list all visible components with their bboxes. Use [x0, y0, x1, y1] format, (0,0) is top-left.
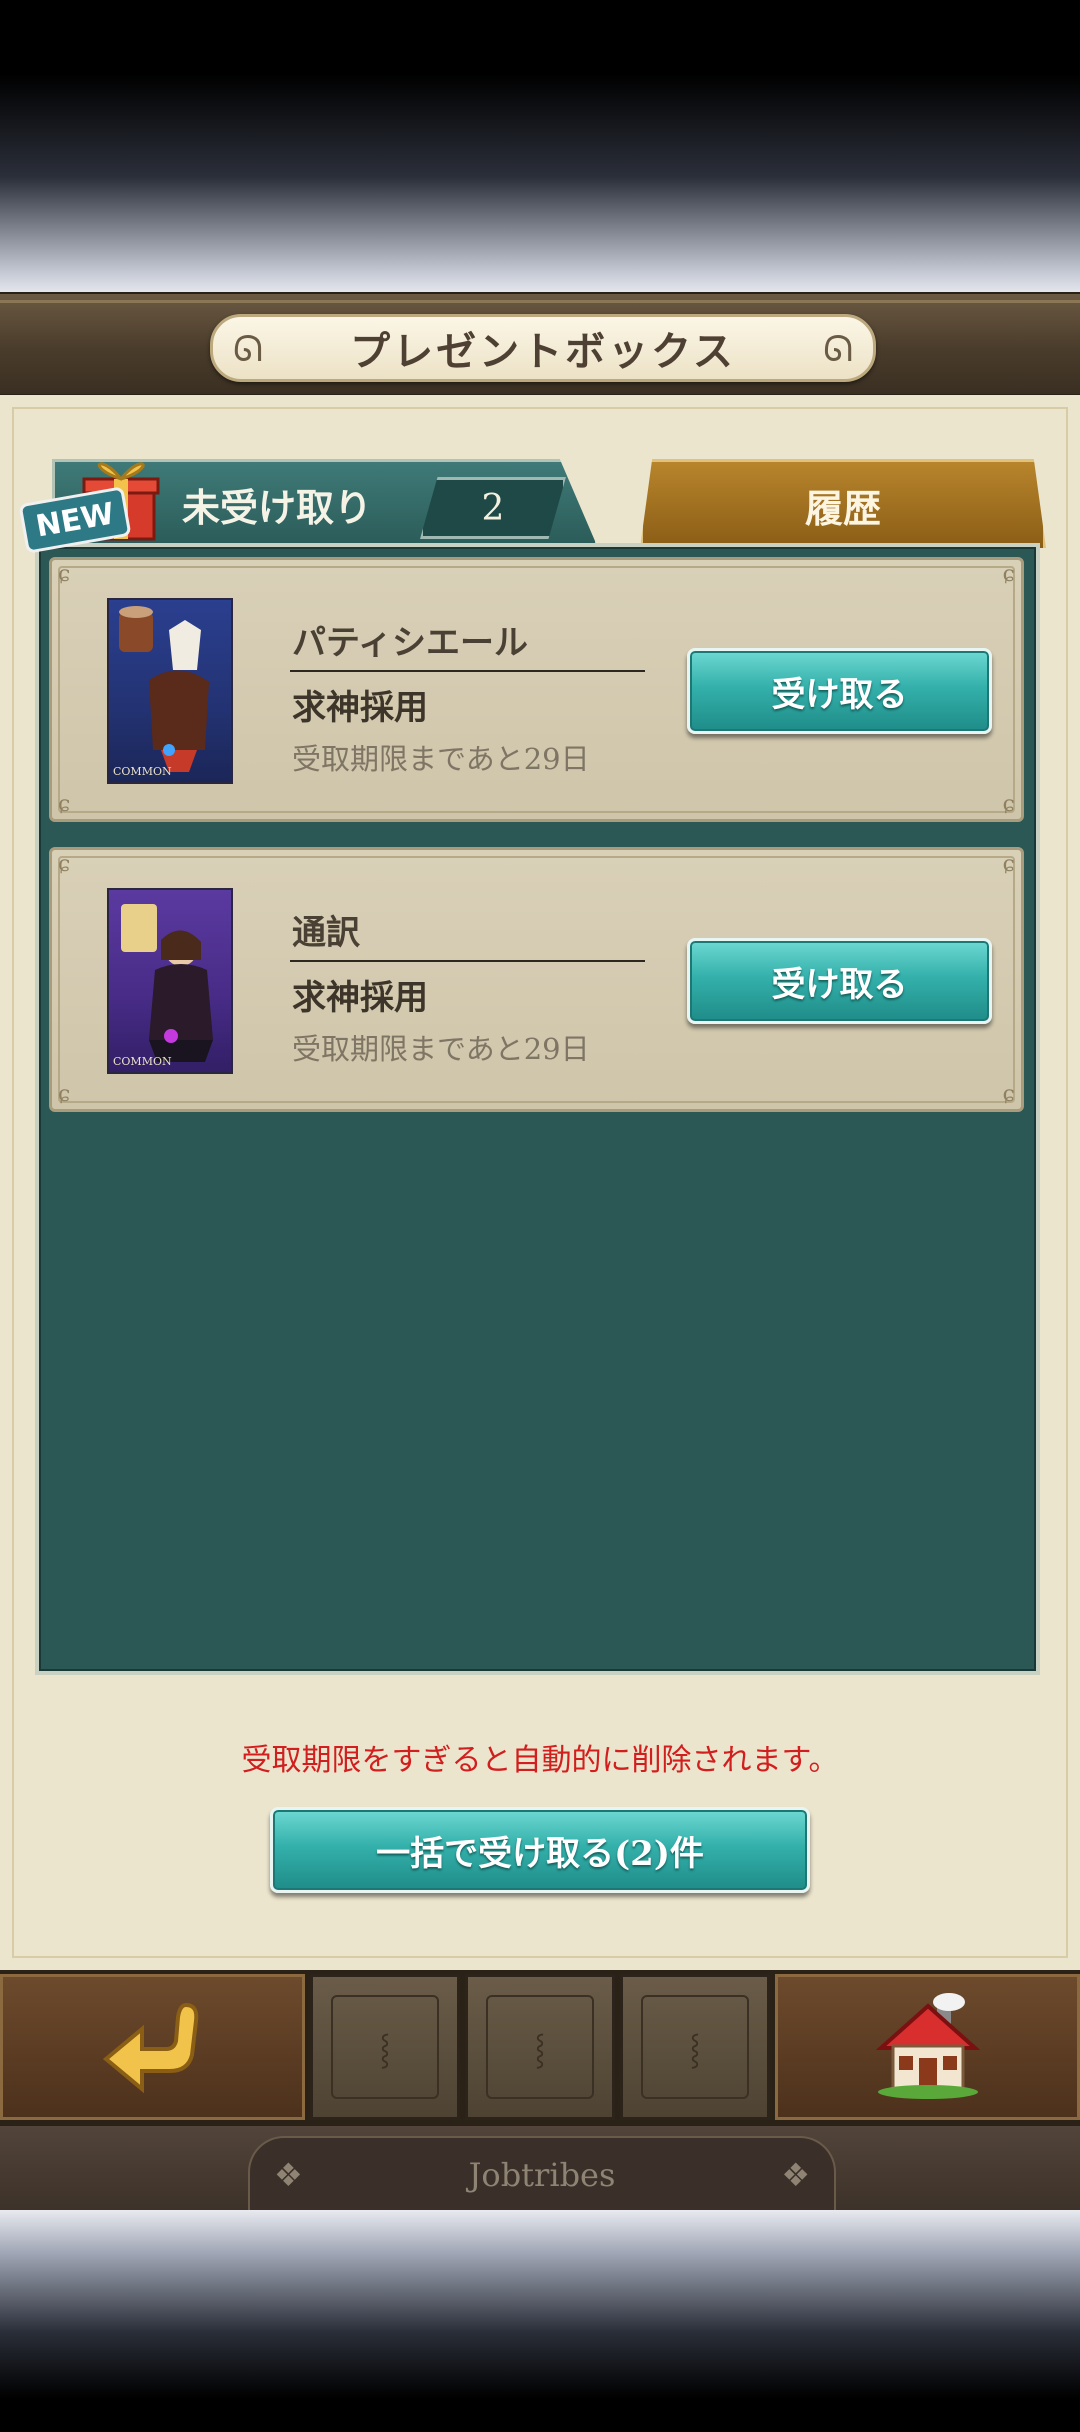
tab-history-label: 履歴 [804, 485, 881, 531]
back-arrow-icon [102, 2002, 198, 2094]
bottom-nav [0, 1970, 1080, 2126]
list-item: ɕ ɕ ɕ ɕ COMMON 通訳 求神採用 受取期限まであと29日 受け取る [49, 847, 1024, 1112]
list-item: ɕ ɕ ɕ ɕ COMMON パティシエール 求神採用 受取期限まであと29日 [49, 557, 1024, 822]
corner-ornament-icon: ɕ [1002, 1082, 1015, 1107]
tab-history[interactable]: 履歴 [640, 459, 1046, 548]
home-icon [875, 1993, 980, 2099]
nav-slot-empty [465, 1974, 615, 2120]
swirl-ornament-icon: ᘏ [233, 329, 263, 370]
receive-button[interactable]: 受け取る [687, 938, 992, 1024]
interpreter-illustration [121, 904, 213, 1062]
page-title: プレゼントボックス [350, 328, 736, 375]
corner-ornament-icon: ɕ [1002, 792, 1015, 817]
nav-slot-empty [310, 1974, 460, 2120]
present-deadline: 受取期限まであと29日 [292, 742, 590, 776]
home-button[interactable] [775, 1974, 1080, 2120]
diamond-ornament-icon: ❖ [781, 2156, 810, 2194]
corner-ornament-icon: ɕ [58, 852, 71, 877]
divider [290, 670, 645, 672]
footer-bar: ❖ Jobtribes ❖ [0, 2126, 1080, 2212]
present-deadline: 受取期限まであと29日 [292, 1032, 590, 1066]
diamond-ornament-icon: ❖ [274, 2156, 303, 2194]
character-card-thumbnail: COMMON [107, 598, 233, 784]
present-box-panel: NEW 未受け取り 2 履歴 ɕ ɕ ɕ ɕ COMMON パティシエール 求神… [0, 395, 1080, 1970]
divider [290, 960, 645, 962]
present-name: パティシエール [292, 623, 528, 663]
corner-ornament-icon: ɕ [58, 562, 71, 587]
footer-plate: ❖ Jobtribes ❖ [248, 2136, 836, 2212]
present-name: 通訳 [292, 913, 360, 953]
brand-name: Jobtribes [468, 2156, 616, 2194]
corner-ornament-icon: ɕ [58, 1082, 71, 1107]
present-list[interactable]: ɕ ɕ ɕ ɕ COMMON パティシエール 求神採用 受取期限まであと29日 [35, 543, 1040, 1675]
character-card-thumbnail: COMMON [107, 888, 233, 1074]
swirl-ornament-icon: ᘏ [823, 329, 853, 370]
rarity-label: COMMON [113, 1055, 172, 1068]
receive-button[interactable]: 受け取る [687, 648, 992, 734]
bottom-background [0, 2210, 1080, 2432]
present-type: 求神採用 [292, 688, 428, 728]
corner-ornament-icon: ɕ [58, 792, 71, 817]
unreceived-count: 2 [420, 477, 566, 539]
expiry-notice: 受取期限をすぎると自動的に削除されます。 [241, 1743, 839, 1778]
nav-slot-empty [620, 1974, 770, 2120]
corner-ornament-icon: ɕ [1002, 852, 1015, 877]
tab-unreceived-label: 未受け取り [182, 485, 373, 530]
corner-ornament-icon: ɕ [1002, 562, 1015, 587]
bulk-receive-button[interactable]: 一括で受け取る(2)件 [270, 1807, 810, 1893]
patissiere-illustration [119, 606, 209, 772]
top-background [0, 0, 1080, 295]
rarity-label: COMMON [113, 765, 172, 778]
back-button[interactable] [0, 1974, 305, 2120]
header-bar: ᘏ プレゼントボックス ᘏ [0, 292, 1080, 397]
present-type: 求神採用 [292, 978, 428, 1018]
title-plate: ᘏ プレゼントボックス ᘏ [210, 314, 876, 382]
